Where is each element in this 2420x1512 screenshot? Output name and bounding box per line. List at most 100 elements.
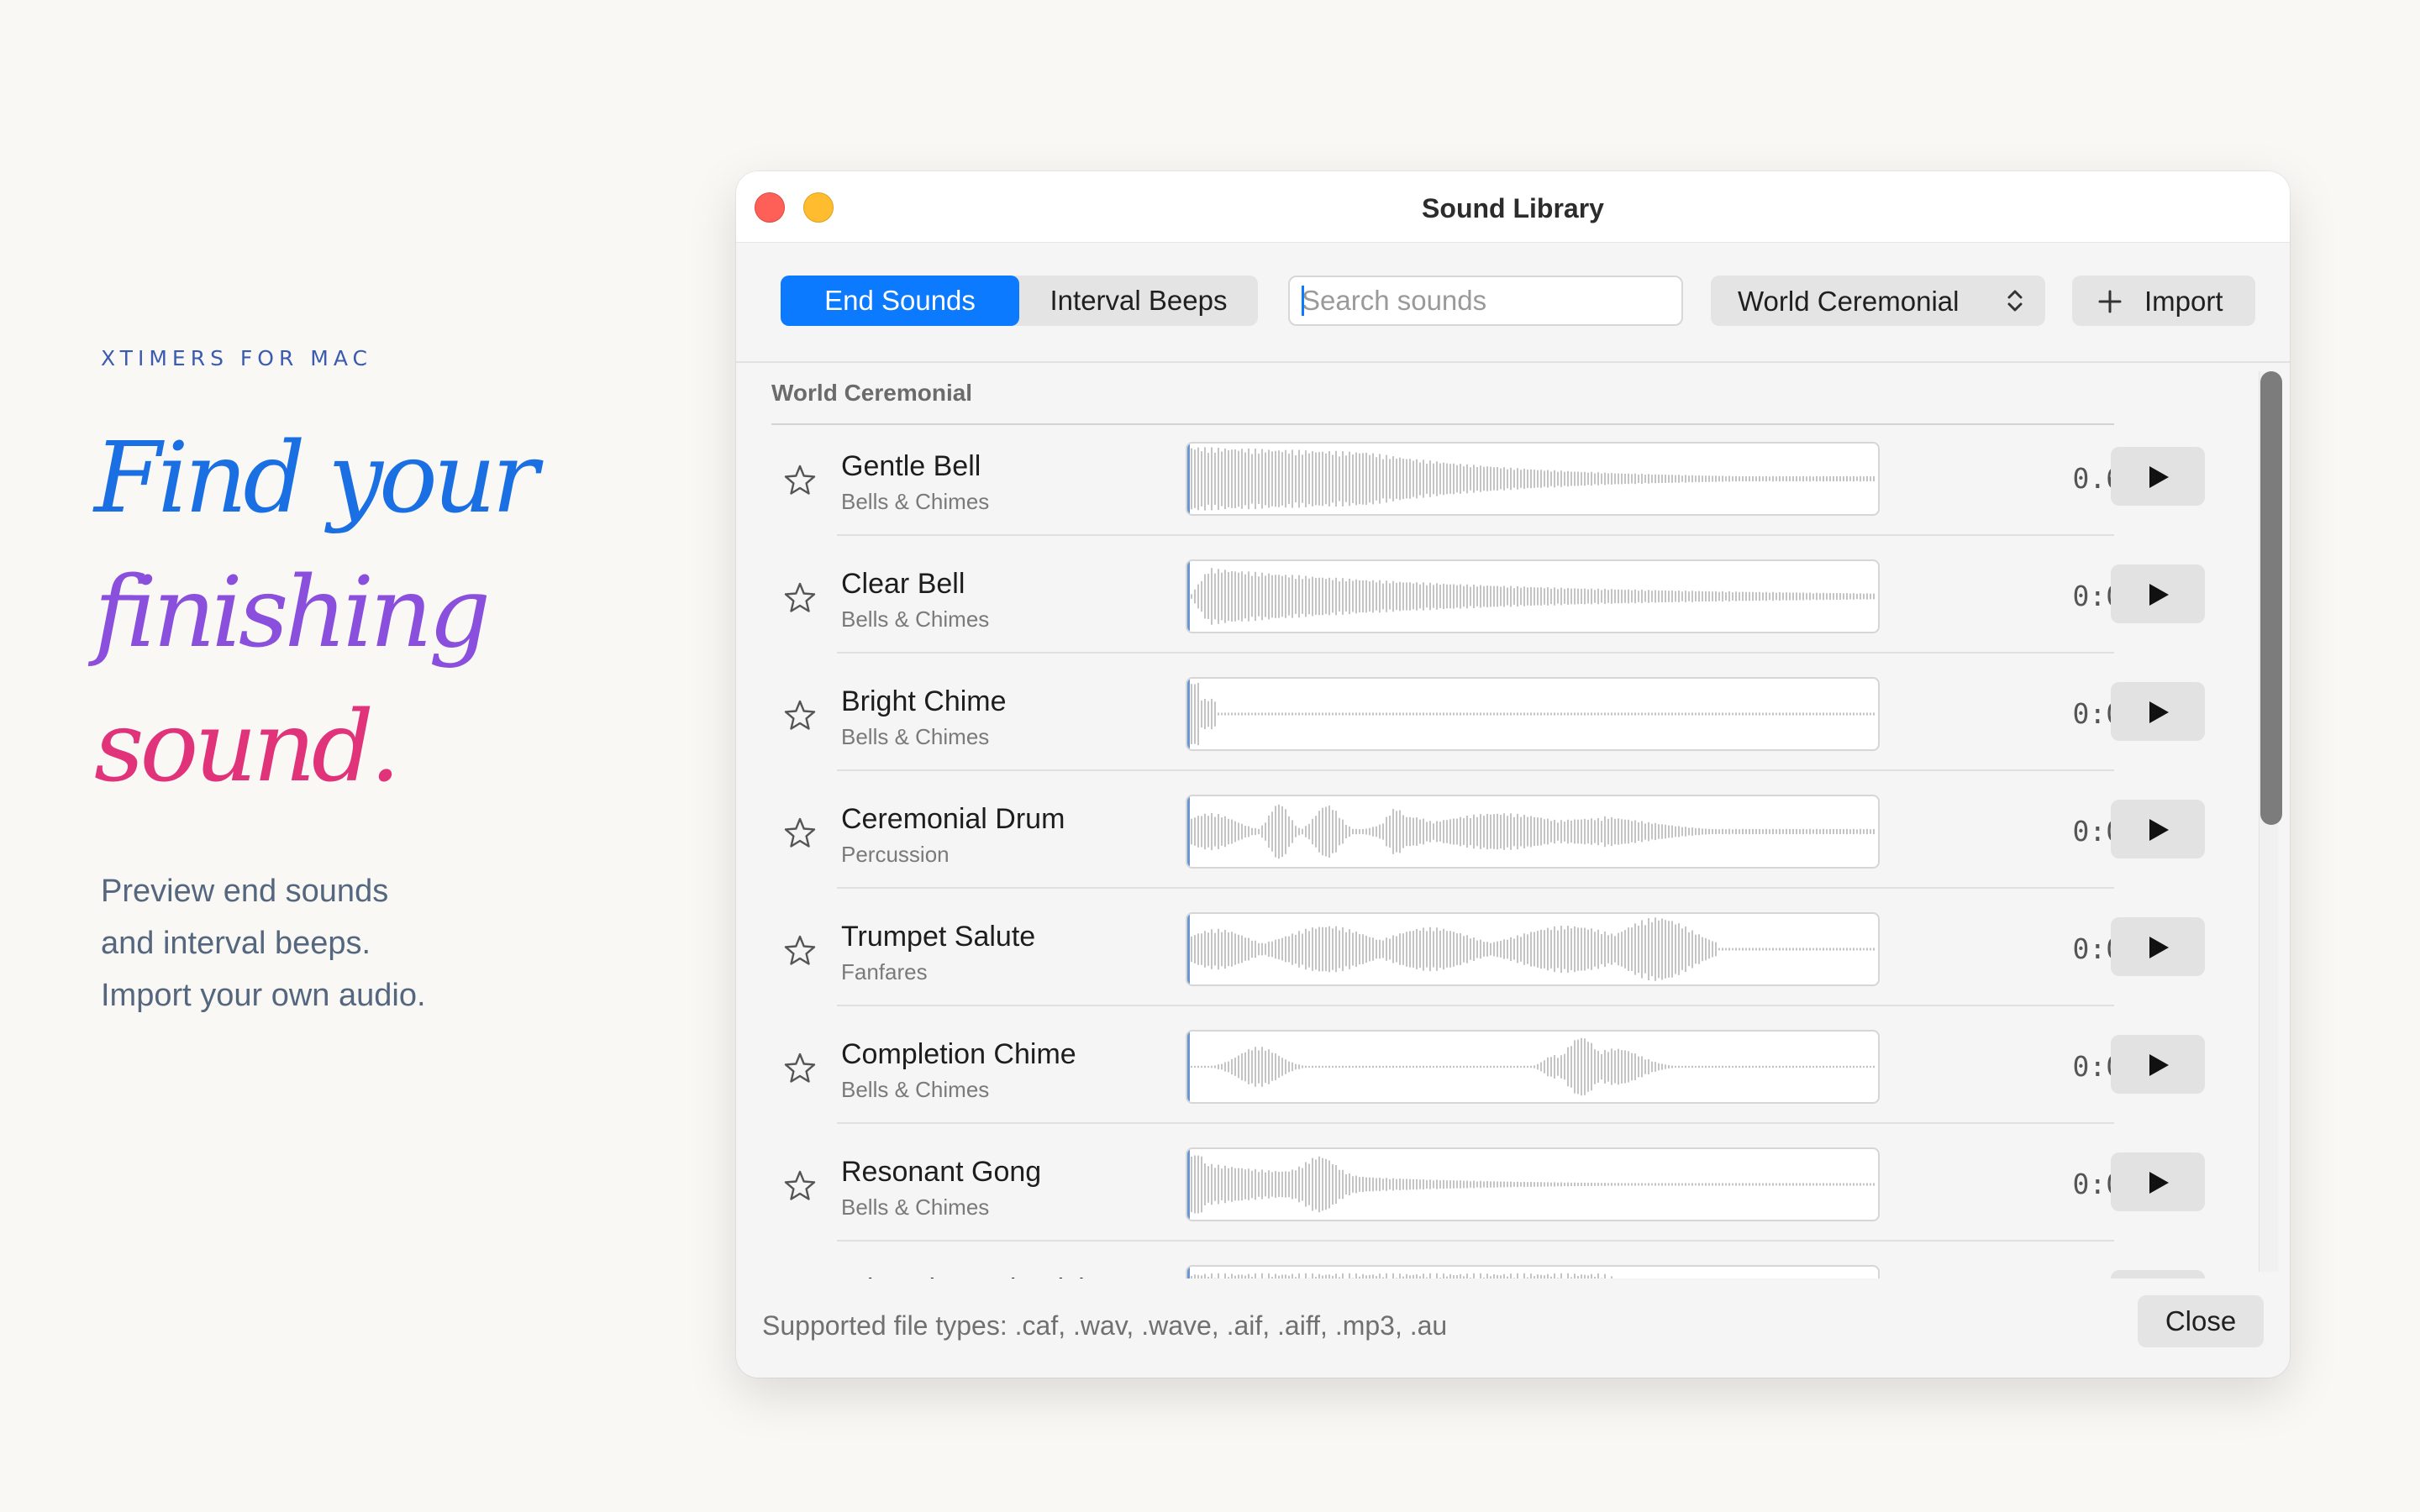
sound-list[interactable]: World Ceremonial Gentle Bell Bells & Chim… [736,363,2265,1278]
star-icon[interactable] [783,1169,817,1203]
import-button[interactable]: Import [2072,276,2255,326]
play-button[interactable] [2111,682,2205,741]
sound-category: Bells & Chimes [841,1194,990,1220]
play-button[interactable] [2111,564,2205,623]
sound-name: Ceremonial Drum [841,803,1065,835]
subcopy: Preview end sounds and interval beeps. I… [101,865,426,1021]
sound-category: Bells & Chimes [841,606,990,632]
waveform[interactable] [1186,1030,1880,1104]
play-button[interactable] [2111,1270,2205,1278]
waveform[interactable] [1186,442,1880,516]
row-divider [837,769,2114,771]
waveform-graphic [1191,1037,1875,1096]
section-divider [771,423,2114,425]
sound-row[interactable]: Gentle Bell Bells & Chimes 0.6s [736,428,2265,536]
play-button[interactable] [2111,447,2205,506]
subcopy-line-2: and interval beeps. [101,926,371,961]
row-divider [837,534,2114,536]
waveform-path [1191,1155,1875,1214]
play-icon [2149,584,2169,606]
play-button[interactable] [2111,800,2205,858]
section-header: World Ceremonial [771,380,973,406]
sound-name: Resonant Gong [841,1156,1042,1188]
play-button[interactable] [2111,917,2205,976]
tab-end-sounds[interactable]: End Sounds [781,276,1019,326]
import-button-label: Import [2144,286,2223,317]
text-caret [1302,286,1304,316]
supported-file-types: Supported file types: .caf, .wav, .wave,… [762,1310,1448,1341]
play-icon [2149,937,2169,958]
app-eyebrow: XTIMERS FOR MAC [101,346,372,370]
collection-select-value: World Ceremonial [1738,286,1960,317]
row-divider [837,887,2114,889]
play-icon [2149,1054,2169,1076]
sound-name: Bright Chime [841,685,1007,717]
title-bar: Sound Library [736,171,2290,243]
play-icon [2149,819,2169,841]
waveform[interactable] [1186,912,1880,986]
waveform[interactable] [1186,1147,1880,1221]
play-icon [2149,701,2169,723]
headline-line-1: Find your [94,422,539,535]
sound-row[interactable]: Ceremonial Drum Percussion 0:02 [736,781,2265,889]
scrollbar-thumb[interactable] [2260,371,2282,825]
star-icon[interactable] [783,581,817,615]
sound-row[interactable]: Resonant Gong Bells & Chimes 0:06 [736,1134,2265,1242]
sound-row[interactable]: Clear Bell Bells & Chimes 0:02 [736,546,2265,654]
sound-category: Bells & Chimes [841,489,990,514]
headline-line-2: finishing [94,556,491,669]
waveform-graphic [1191,1155,1875,1214]
row-divider [837,652,2114,654]
search-input[interactable] [1288,276,1683,326]
waveform-path [1191,1273,1612,1278]
sound-type-segmented-control: End Sounds Interval Beeps [781,276,1258,326]
star-icon[interactable] [783,1052,817,1085]
sound-row[interactable]: Bright Chime Bells & Chimes 0:02 [736,664,2265,771]
headline: Find your finishing sound. [94,412,539,815]
sound-category: Percussion [841,842,950,867]
sound-name: Triumphant Flourish [841,1273,1094,1278]
waveform[interactable] [1186,677,1880,751]
play-icon [2149,1172,2169,1194]
play-icon [2149,466,2169,488]
sound-row[interactable]: Completion Chime Bells & Chimes 0:03 [736,1016,2265,1124]
waveform[interactable] [1186,559,1880,633]
star-icon[interactable] [783,816,817,850]
sound-name: Clear Bell [841,568,965,600]
star-icon[interactable] [783,699,817,732]
subcopy-line-1: Preview end sounds [101,874,389,909]
waveform[interactable] [1186,1265,1880,1278]
star-icon[interactable] [783,464,817,497]
waveform-path [1191,447,1875,511]
waveform-path [1191,1037,1875,1096]
row-divider [837,1005,2114,1006]
waveform[interactable] [1186,795,1880,869]
subcopy-line-3: Import your own audio. [101,978,426,1013]
sound-row[interactable]: Triumphant FlourishFanfares0:07 [736,1252,2265,1278]
collection-select[interactable]: World Ceremonial [1711,276,2045,326]
window-title: Sound Library [1422,193,1604,223]
waveform-path [1191,804,1875,859]
sound-category: Fanfares [841,959,928,984]
waveform-path [1191,917,1875,981]
tab-interval-beeps[interactable]: Interval Beeps [1019,276,1258,326]
row-divider [837,1240,2114,1242]
play-button[interactable] [2111,1152,2205,1211]
play-button[interactable] [2111,1035,2205,1094]
sound-library-window: Sound Library End Sounds Interval Beeps … [736,171,2290,1378]
close-button[interactable]: Close [2138,1295,2264,1347]
sound-category: Bells & Chimes [841,1077,990,1102]
row-divider [837,1122,2114,1124]
waveform-graphic [1191,804,1875,859]
star-icon[interactable] [783,934,817,968]
headline-line-3: sound. [94,690,401,804]
plus-icon [2098,290,2122,313]
up-down-chevron-icon [2007,290,2023,312]
sound-name: Gentle Bell [841,450,981,482]
sound-row[interactable]: Trumpet Salute Fanfares 0:02 [736,899,2265,1006]
waveform-path [1191,682,1875,746]
sound-category: Bells & Chimes [841,724,990,749]
waveform-graphic [1191,917,1875,981]
waveform-graphic [1191,447,1875,511]
waveform-graphic [1191,682,1875,746]
